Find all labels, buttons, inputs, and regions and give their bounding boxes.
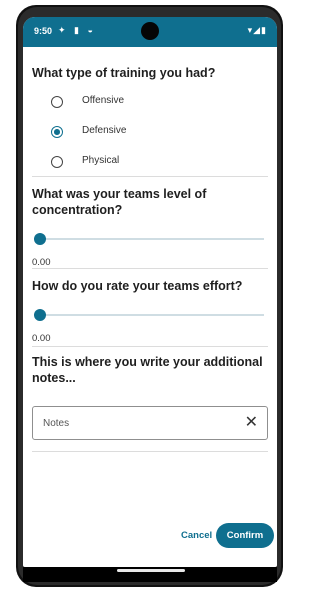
front-camera-icon: [141, 22, 159, 40]
radio-label: Physical: [82, 155, 120, 166]
signal-battery-icons: ▾◢▮: [247, 25, 267, 35]
effort-value: 0.00: [32, 333, 51, 344]
divider: [32, 346, 268, 347]
notes-input[interactable]: Notes ✕: [32, 406, 268, 440]
divider: [32, 176, 268, 177]
status-bar: 9:50 ✦ ▮ ◒ ▾◢▮: [23, 17, 277, 47]
status-time: 9:50: [34, 26, 53, 36]
clear-icon[interactable]: ✕: [245, 413, 258, 433]
home-gesture-bar[interactable]: [117, 569, 185, 572]
radio-option-offensive[interactable]: Offensive: [51, 93, 251, 113]
app-screen: 9:50 ✦ ▮ ◒ ▾◢▮ What type of training you…: [23, 17, 277, 567]
notification-icons: ✦ ▮ ◒: [58, 25, 96, 35]
slider-track: [36, 238, 264, 240]
confirm-button[interactable]: Confirm: [216, 523, 274, 548]
radio-label: Offensive: [82, 95, 125, 106]
radio-option-defensive[interactable]: Defensive: [51, 123, 251, 143]
effort-question: How do you rate your teams effort?: [32, 279, 243, 293]
concentration-value: 0.00: [32, 257, 51, 268]
slider-track: [36, 314, 264, 316]
training-type-question: What type of training you had?: [32, 66, 216, 80]
divider: [32, 268, 268, 269]
divider: [32, 451, 268, 452]
slider-thumb[interactable]: [34, 309, 46, 321]
cancel-button[interactable]: Cancel: [175, 526, 218, 545]
notes-question: This is where you write your additional …: [32, 355, 263, 385]
effort-slider[interactable]: [32, 308, 264, 322]
radio-label: Defensive: [82, 125, 127, 136]
radio-button[interactable]: [51, 96, 63, 108]
radio-button-selected[interactable]: [51, 126, 63, 138]
radio-option-physical[interactable]: Physical: [51, 153, 251, 173]
slider-thumb[interactable]: [34, 233, 46, 245]
concentration-slider[interactable]: [32, 232, 264, 246]
notes-placeholder: Notes: [43, 418, 70, 429]
radio-button[interactable]: [51, 156, 63, 168]
concentration-question: What was your teams level of concentrati…: [32, 187, 207, 217]
